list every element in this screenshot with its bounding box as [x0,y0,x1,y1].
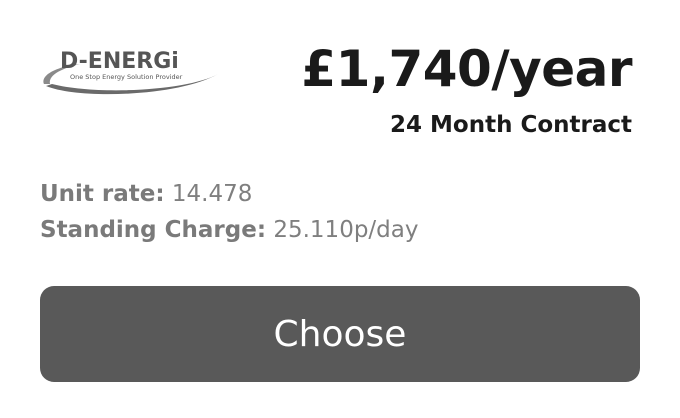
choose-button[interactable]: Choose [40,286,640,382]
annual-price: £1,740/year [301,40,632,98]
standing-charge-row: Standing Charge: 25.110p/day [40,212,418,248]
d-energi-logo-icon: D-ENERGi One Stop Energy Solution Provid… [43,49,218,95]
unit-rate-label: Unit rate: [40,181,165,207]
unit-rate-row: Unit rate: 14.478 [40,176,418,212]
unit-rate-value: 14.478 [171,181,253,207]
rate-details: Unit rate: 14.478 Standing Charge: 25.11… [40,176,418,248]
standing-charge-label: Standing Charge: [40,217,267,243]
tariff-card: D-ENERGi One Stop Energy Solution Provid… [0,0,680,418]
logo-tagline: One Stop Energy Solution Provider [70,73,183,81]
standing-charge-value: 25.110p/day [273,217,419,243]
supplier-logo: D-ENERGi One Stop Energy Solution Provid… [40,44,222,98]
contract-length: 24 Month Contract [390,112,632,138]
logo-wordmark: D-ENERGi [60,49,179,74]
